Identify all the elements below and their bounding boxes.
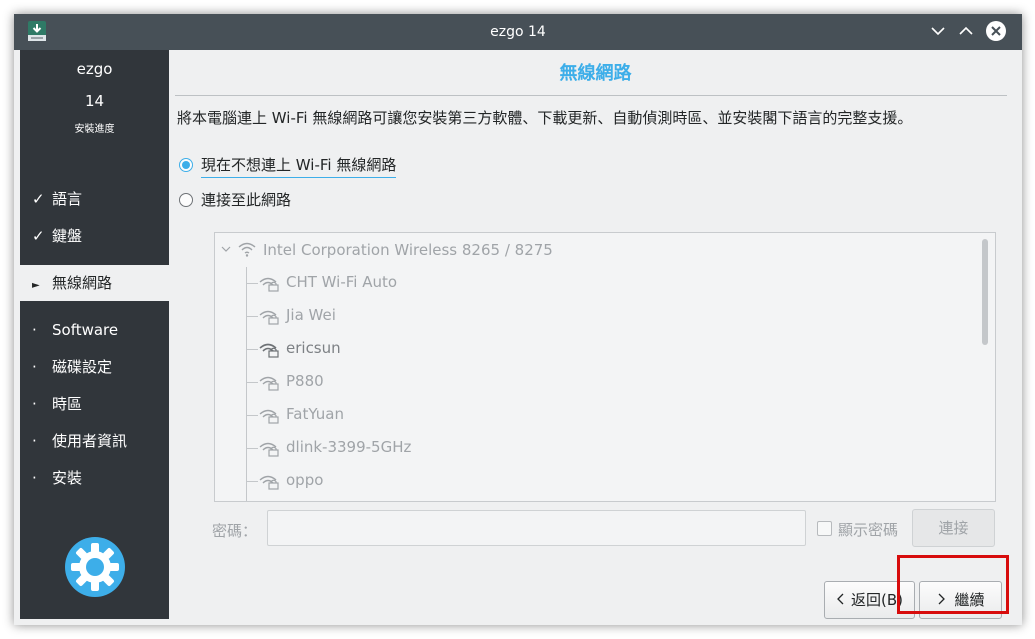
- kde-gear-logo-icon: [65, 537, 125, 597]
- wifi-lock-icon: [259, 409, 279, 424]
- chevron-left-icon: [837, 593, 844, 605]
- page-title: 無線網路: [559, 63, 632, 84]
- wifi-icon: [238, 242, 256, 257]
- wifi-lock-icon: [259, 376, 279, 391]
- title-divider: [175, 95, 1007, 96]
- tree-branch: [246, 283, 258, 284]
- wifi-lock-icon: [259, 277, 279, 292]
- progress-subtitle: 安裝進度: [74, 124, 115, 135]
- minimize-icon[interactable]: [927, 20, 949, 42]
- next-button[interactable]: 繼續: [919, 581, 1002, 619]
- radio-connect-label[interactable]: 連接至此網路: [201, 191, 291, 209]
- wifi-lock-icon: [259, 310, 279, 325]
- bullet-icon: ·: [32, 321, 37, 339]
- radio-connect-network[interactable]: 連接至此網路: [179, 189, 291, 210]
- step-label: 無線網路: [52, 274, 113, 292]
- next-button-label[interactable]: 繼續: [954, 591, 984, 609]
- step-wireless: ► 無線網路: [20, 265, 169, 301]
- network-name[interactable]: P880: [286, 372, 324, 390]
- chevron-right-icon: [939, 593, 946, 605]
- network-name[interactable]: oppo: [286, 471, 323, 489]
- page-description: 將本電腦連上 Wi-Fi 無線網路可讓您安裝第三方軟體、下載更新、自動偵測時區、…: [177, 109, 913, 127]
- network-name[interactable]: dlink-3399-5GHz: [286, 438, 411, 456]
- show-password-checkbox[interactable]: [817, 521, 832, 536]
- check-icon: ✓: [32, 227, 45, 245]
- distro-name: ezgo: [76, 60, 113, 78]
- bullet-icon: ·: [32, 395, 37, 413]
- tree-branch: [246, 382, 258, 383]
- network-list[interactable]: Intel Corporation Wireless 8265 / 8275 C…: [214, 232, 996, 502]
- step-install: · 安裝: [20, 460, 169, 496]
- window-title: ezgo 14: [490, 24, 546, 40]
- wifi-lock-icon: [259, 343, 279, 358]
- step-label: 磁碟設定: [52, 358, 113, 376]
- step-user-info: · 使用者資訊: [20, 423, 169, 459]
- password-label: 密碼：: [212, 522, 258, 540]
- password-field[interactable]: [267, 510, 806, 546]
- network-list-scrollbar[interactable]: [982, 239, 988, 345]
- step-label: Software: [52, 321, 119, 339]
- close-icon[interactable]: [985, 20, 1007, 42]
- wifi-lock-icon: [259, 442, 279, 457]
- back-button-label[interactable]: 返回(B): [851, 591, 903, 609]
- wifi-lock-icon: [259, 475, 279, 490]
- step-timezone: · 時區: [20, 386, 169, 422]
- bullet-icon: ·: [32, 469, 37, 487]
- tree-branch: [246, 349, 258, 350]
- radio-skip-wifi[interactable]: 現在不想連上 Wi-Fi 無線網路: [179, 154, 397, 178]
- network-name[interactable]: Jia Wei: [286, 306, 336, 324]
- check-icon: ✓: [32, 190, 45, 208]
- step-label: 安裝: [52, 469, 83, 487]
- show-password-label[interactable]: 顯示密碼: [838, 519, 898, 540]
- back-button[interactable]: 返回(B): [824, 581, 915, 619]
- radio-skip-label[interactable]: 現在不想連上 Wi-Fi 無線網路: [201, 156, 397, 178]
- step-language: ✓ 語言: [20, 181, 169, 217]
- radio-unchecked-icon[interactable]: [179, 193, 193, 207]
- connect-button[interactable]: 連接: [912, 509, 995, 547]
- maximize-icon[interactable]: [955, 20, 977, 42]
- progress-sidebar: ezgo 14 安裝進度 ✓ 語言 ✓ 鍵盤 ► 無線網路 · Software · 磁碟…: [20, 50, 169, 619]
- step-disk: · 磁碟設定: [20, 349, 169, 385]
- distro-version: 14: [84, 92, 105, 110]
- network-name[interactable]: CHT Wi-Fi Auto: [286, 273, 397, 291]
- tree-branch: [246, 415, 258, 416]
- step-label: 使用者資訊: [52, 432, 128, 450]
- step-software: · Software: [20, 312, 169, 348]
- wireless-adapter-row[interactable]: Intel Corporation Wireless 8265 / 8275: [221, 241, 553, 259]
- step-keyboard: ✓ 鍵盤: [20, 218, 169, 254]
- bullet-icon: ·: [32, 358, 37, 376]
- step-label: 時區: [52, 395, 83, 413]
- title-bar[interactable]: ezgo 14: [14, 14, 1022, 50]
- tree-branch: [246, 448, 258, 449]
- tree-branch: [246, 316, 258, 317]
- adapter-name: Intel Corporation Wireless 8265 / 8275: [263, 241, 553, 259]
- tree-branch: [246, 481, 258, 482]
- installer-window: ezgo 14 ezgo 14 安裝進度 ✓ 語言 ✓ 鍵盤 ► 無線網路 · Soft…: [14, 14, 1022, 625]
- current-step-arrow-icon: ►: [32, 280, 40, 291]
- bullet-icon: ·: [32, 432, 37, 450]
- radio-checked-icon[interactable]: [179, 158, 193, 172]
- main-content: 無線網路 將本電腦連上 Wi-Fi 無線網路可讓您安裝第三方軟體、下載更新、自動…: [169, 50, 1022, 625]
- network-name[interactable]: FatYuan: [286, 405, 344, 423]
- step-label: 語言: [52, 190, 83, 208]
- chevron-down-icon[interactable]: [221, 244, 231, 254]
- step-label: 鍵盤: [52, 227, 83, 245]
- network-name[interactable]: ericsun: [286, 339, 341, 357]
- tree-guide-line: [246, 267, 247, 501]
